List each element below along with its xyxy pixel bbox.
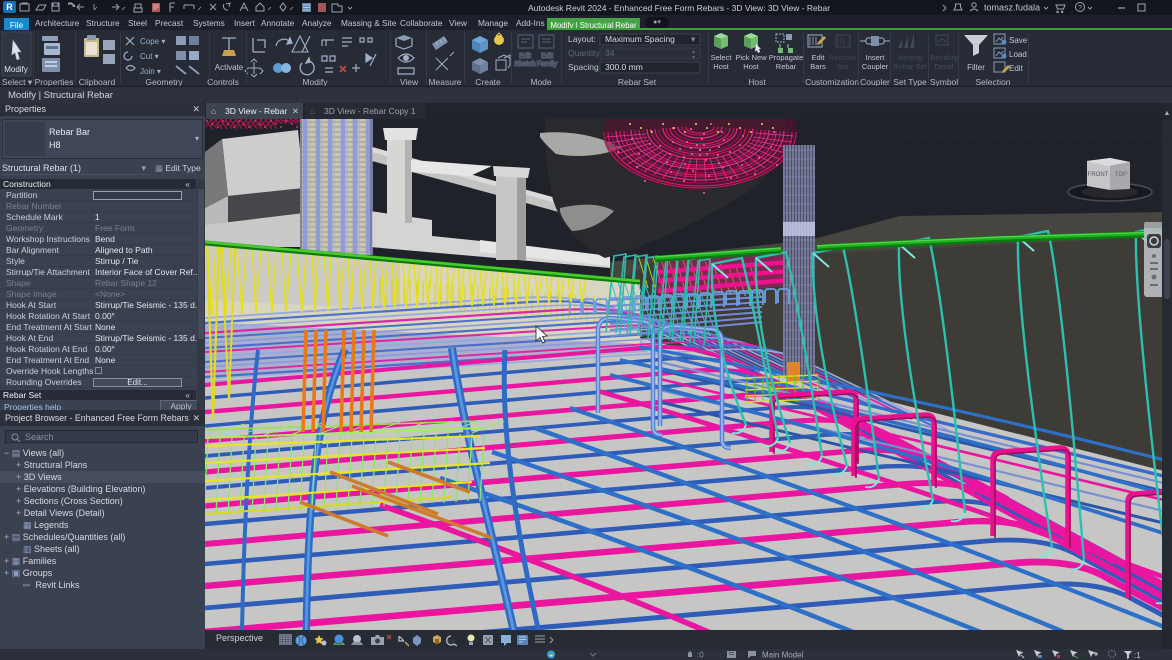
- svg-text:Pick New: Pick New: [735, 53, 767, 62]
- svg-text:Edit: Edit: [812, 53, 826, 62]
- svg-text:Rebar Set: Rebar Set: [893, 62, 928, 71]
- svg-text:Sketch: Sketch: [514, 61, 536, 68]
- svg-text:Propagate: Propagate: [769, 53, 804, 62]
- svg-text:Coupler: Coupler: [862, 62, 889, 71]
- svg-text:Spacing:: Spacing:: [568, 62, 601, 72]
- svg-text:▾: ▾: [692, 55, 695, 61]
- svg-text:Varying: Varying: [898, 53, 923, 62]
- svg-text:34: 34: [605, 48, 615, 58]
- svg-text:Cope ▾: Cope ▾: [140, 37, 165, 46]
- svg-text:tomasz.fudala: tomasz.fudala: [984, 3, 1040, 13]
- svg-text:Join ▾: Join ▾: [140, 67, 161, 76]
- svg-text:Host: Host: [713, 62, 729, 71]
- svg-text:FRONT: FRONT: [1088, 172, 1109, 178]
- svg-text:Layout:: Layout:: [568, 34, 596, 44]
- svg-text:Select: Select: [711, 53, 733, 62]
- svg-text:Family: Family: [537, 61, 558, 68]
- svg-text:Maximum Spacing: Maximum Spacing: [605, 34, 675, 44]
- svg-text:Save: Save: [1009, 36, 1028, 45]
- svg-text:Insert: Insert: [866, 53, 886, 62]
- svg-text::0: :0: [697, 651, 704, 660]
- svg-text:Activate: Activate: [215, 63, 244, 72]
- svg-text:▾: ▾: [691, 34, 696, 44]
- svg-text:TOP: TOP: [1115, 172, 1127, 178]
- svg-text:?: ?: [1078, 5, 1082, 12]
- svg-text::1: :1: [1134, 651, 1141, 660]
- svg-text:Quantity:: Quantity:: [568, 48, 602, 58]
- svg-text:Main Model: Main Model: [762, 651, 804, 660]
- svg-text:Bending: Bending: [930, 53, 958, 62]
- svg-text:Bars: Bars: [810, 62, 826, 71]
- svg-text:Remove: Remove: [829, 53, 857, 62]
- svg-text:Bar: Bar: [837, 62, 849, 71]
- svg-text:Edit: Edit: [519, 53, 531, 60]
- svg-text:Filter: Filter: [967, 63, 985, 72]
- svg-text:Detail: Detail: [934, 62, 954, 71]
- svg-text:Edit: Edit: [541, 53, 553, 60]
- svg-text:Rebar: Rebar: [776, 62, 797, 71]
- svg-text:Host: Host: [743, 62, 759, 71]
- svg-text:300.0 mm: 300.0 mm: [605, 62, 643, 72]
- svg-text:Load: Load: [1009, 50, 1027, 59]
- svg-text:Modify: Modify: [4, 65, 28, 74]
- svg-text:Edit: Edit: [1009, 64, 1024, 73]
- svg-text:66: 66: [448, 639, 455, 645]
- svg-text:Cut ▾: Cut ▾: [140, 52, 159, 61]
